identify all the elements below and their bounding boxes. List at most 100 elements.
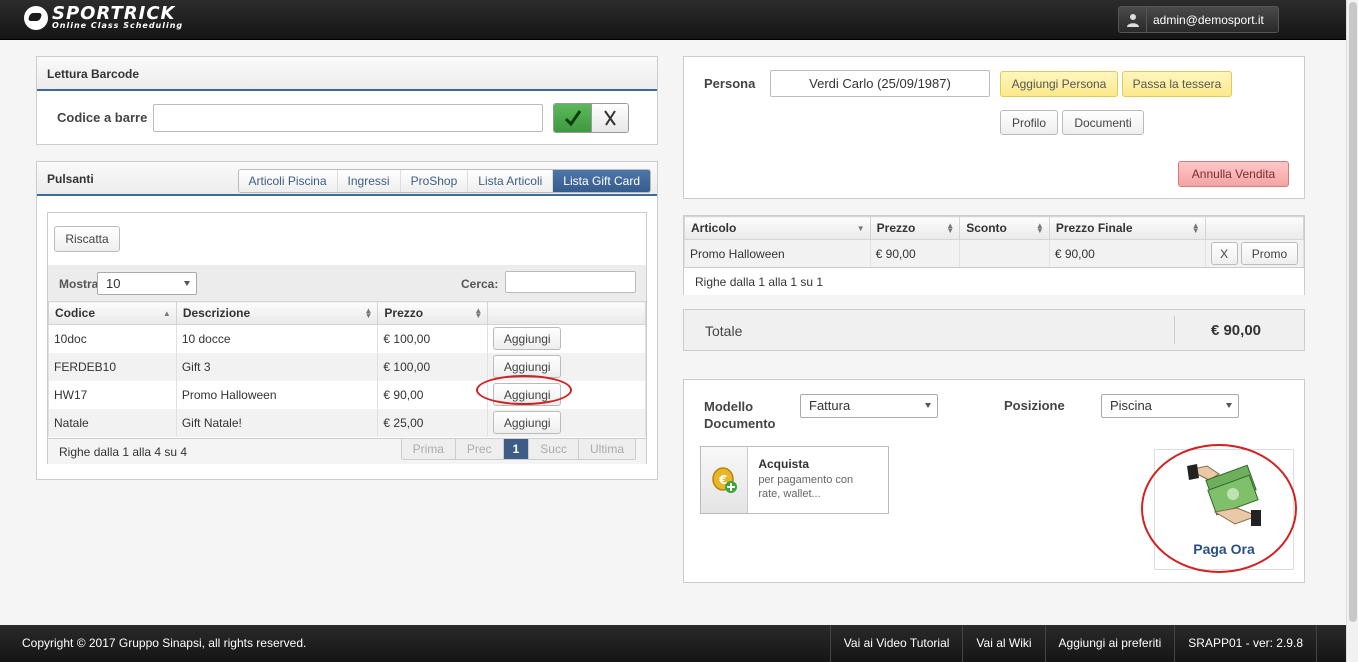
col-sconto[interactable]: Sconto ▲ ▼: [959, 216, 1050, 240]
pay-now-label: Paga Ora: [1193, 541, 1255, 557]
col-actions: [487, 301, 646, 325]
tab-articoli-piscina[interactable]: Articoli Piscina: [239, 170, 338, 192]
cancel-sale-button[interactable]: Annulla Vendita: [1178, 161, 1289, 187]
footer-link-video[interactable]: Vai ai Video Tutorial: [829, 625, 963, 662]
money-hands-icon: [1187, 464, 1261, 526]
scrollbar-thumb[interactable]: [1349, 2, 1357, 622]
tab-lista-gift-card[interactable]: Lista Gift Card: [553, 170, 650, 192]
buy-title: Acquista: [758, 457, 809, 471]
col-prezzo-finale[interactable]: Prezzo Finale ▲ ▼: [1048, 216, 1206, 240]
tab-lista-articoli[interactable]: Lista Articoli: [468, 170, 554, 192]
barcode-panel-title: Lettura Barcode: [37, 57, 657, 91]
barcode-input[interactable]: [153, 104, 543, 132]
tab-proshop[interactable]: ProShop: [401, 170, 469, 192]
sort-icon: ▲ ▼: [946, 221, 955, 235]
add-button[interactable]: Aggiungi: [493, 411, 562, 434]
cell-desc: Promo Halloween: [175, 380, 379, 409]
pager-next[interactable]: Succ: [529, 439, 579, 459]
cart-panel: Articolo ▼ Prezzo ▲ ▼ Sconto ▲ ▼ Prezzo Final…: [683, 215, 1305, 295]
cart-footer: Righe dalla 1 alla 1 su 1: [684, 267, 1304, 295]
position-select[interactable]: Piscina: [1101, 394, 1239, 418]
profile-button[interactable]: Profilo: [1000, 110, 1058, 135]
cell-code: 10doc: [48, 324, 177, 353]
swipe-card-button[interactable]: Passa la tessera: [1122, 71, 1232, 97]
position-label: Posizione: [1004, 398, 1065, 413]
buttons-panel: Pulsanti Articoli Piscina Ingressi ProSh…: [36, 161, 658, 480]
person-field[interactable]: Verdi Carlo (25/09/1987): [770, 70, 990, 97]
col-prezzo-finale-label: Prezzo Finale: [1055, 221, 1133, 235]
buy-description: per pagamento con rate, wallet...: [758, 474, 854, 500]
table-row: FERDEB10 Gift 3 € 100,00 Aggiungi: [48, 352, 646, 381]
cart-discount: [959, 239, 1050, 268]
col-descrizione-label: Descrizione: [182, 306, 251, 320]
barcode-label: Codice a barre: [57, 110, 148, 125]
footer-link-wiki[interactable]: Vai al Wiki: [962, 625, 1044, 662]
clear-button[interactable]: [591, 104, 628, 132]
pager-prev[interactable]: Prec: [455, 439, 504, 459]
cell-price: € 100,00: [377, 352, 489, 381]
document-model-select[interactable]: Fattura: [800, 394, 938, 418]
confirm-button[interactable]: [554, 104, 591, 132]
documents-button[interactable]: Documenti: [1062, 110, 1144, 135]
person-panel: Persona Verdi Carlo (25/09/1987) Aggiung…: [683, 56, 1305, 199]
cart-item: Promo Halloween: [684, 239, 871, 268]
pager-last[interactable]: Ultima: [578, 439, 635, 459]
promo-button[interactable]: Promo: [1240, 242, 1298, 266]
total-value: € 90,00: [1210, 322, 1261, 339]
gift-card-list: Riscatta Mostra 10 Cerca: Codice ▲ Descri…: [47, 212, 647, 464]
user-menu-button[interactable]: admin@demosport.it: [1118, 6, 1279, 33]
redeem-button[interactable]: Riscatta: [54, 226, 120, 252]
cell-price: € 100,00: [377, 324, 489, 353]
col-cart-prezzo-label: Prezzo: [876, 221, 916, 235]
show-label: Mostra: [59, 277, 99, 291]
add-person-button[interactable]: Aggiungi Persona: [1000, 71, 1118, 97]
page-size-select[interactable]: 10: [97, 272, 197, 295]
col-cart-prezzo[interactable]: Prezzo ▲ ▼: [869, 216, 961, 240]
cell-code: FERDEB10: [48, 352, 177, 381]
table-row: HW17 Promo Halloween € 90,00 Aggiungi: [48, 380, 646, 409]
sort-desc-icon: ▼: [856, 224, 865, 233]
sort-icon: ▲ ▼: [364, 306, 373, 320]
logo-subtitle: Online Class Scheduling: [52, 21, 184, 30]
footer-version: SRAPP01 - ver: 2.9.8: [1174, 625, 1317, 662]
page-size-value: 10: [106, 276, 121, 291]
document-model-value: Fattura: [809, 398, 851, 413]
category-tabs: Articoli Piscina Ingressi ProShop Lista …: [237, 169, 651, 193]
total-label: Totale: [705, 323, 743, 339]
col-descrizione[interactable]: Descrizione ▲ ▼: [175, 301, 379, 325]
col-prezzo[interactable]: Prezzo ▲ ▼: [377, 301, 489, 325]
add-button-highlighted[interactable]: Aggiungi: [493, 383, 562, 406]
pager-current[interactable]: 1: [503, 439, 530, 459]
logo[interactable]: SPORTRICK Online Class Scheduling: [24, 5, 183, 30]
add-button[interactable]: Aggiungi: [493, 327, 562, 351]
coin-add-icon: €: [701, 447, 749, 513]
remove-item-button[interactable]: X: [1210, 242, 1238, 266]
buy-button[interactable]: € Acquista per pagamento con rate, walle…: [700, 446, 889, 514]
footer-link-favorites[interactable]: Aggiungi ai preferiti: [1044, 625, 1175, 662]
chevron-down-icon: [925, 403, 931, 408]
person-label: Persona: [704, 76, 756, 91]
document-model-label: Modello Documento: [704, 399, 776, 431]
sort-icon: ▲ ▼: [1035, 221, 1044, 235]
col-prezzo-label: Prezzo: [384, 306, 424, 320]
table-info: Righe dalla 1 alla 4 su 4: [59, 445, 188, 459]
gift-card-table-wrap: Codice ▲ Descrizione ▲ ▼ Prezzo ▲ ▼ 10doc 10 …: [48, 301, 646, 437]
checkout-panel: Modello Documento Fattura Posizione Pisc…: [683, 379, 1305, 583]
col-cart-actions: [1204, 216, 1305, 240]
add-button[interactable]: Aggiungi: [493, 355, 562, 378]
col-articolo[interactable]: Articolo ▼: [684, 216, 871, 240]
checkmark-icon: [564, 110, 581, 127]
cart-info: Righe dalla 1 alla 1 su 1: [695, 275, 824, 289]
col-codice[interactable]: Codice ▲: [48, 301, 177, 325]
copyright: Copyright © 2017 Gruppo Sinapsi, all rig…: [22, 636, 307, 650]
top-bar: SPORTRICK Online Class Scheduling admin@…: [0, 0, 1346, 40]
page-scrollbar[interactable]: [1346, 0, 1358, 662]
search-label: Cerca:: [461, 277, 499, 291]
logo-icon: [24, 6, 48, 30]
tab-ingressi[interactable]: Ingressi: [338, 170, 401, 192]
pay-now-button[interactable]: Paga Ora: [1154, 449, 1294, 570]
search-input[interactable]: [505, 271, 636, 293]
table-row: 10doc 10 docce € 100,00 Aggiungi: [48, 324, 646, 353]
pager-first[interactable]: Prima: [401, 439, 456, 459]
cell-desc: Gift Natale!: [175, 408, 379, 437]
